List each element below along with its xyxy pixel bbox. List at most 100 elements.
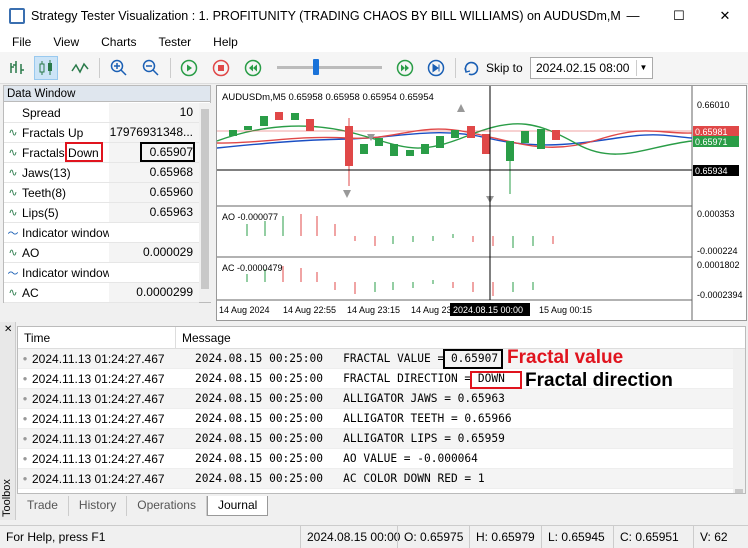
status-open: O: 0.65975 xyxy=(397,525,469,548)
window-title: Strategy Tester Visualization : 1. PROFI… xyxy=(31,8,621,23)
chart-svg: AUDUSDm,M5 0.65958 0.65958 0.65954 0.659… xyxy=(216,86,743,320)
ao-bars xyxy=(246,214,554,248)
tab-trade[interactable]: Trade xyxy=(17,496,69,516)
ao-header: AO -0.000077 xyxy=(222,212,278,222)
fast-forward-icon[interactable] xyxy=(393,56,417,80)
zoom-out-icon[interactable] xyxy=(139,56,163,80)
candlestick-icon[interactable] xyxy=(34,56,58,80)
calendar-dropdown-icon[interactable]: ▼ xyxy=(636,60,650,76)
indicator-icon: ∿ xyxy=(8,147,18,159)
ac-header: AC -0.0000479 xyxy=(222,263,283,273)
status-low: L: 0.65945 xyxy=(541,525,613,548)
dw-row-ac: ∿ AC 0.0000299 xyxy=(4,283,199,303)
title-bar: Strategy Tester Visualization : 1. PROFI… xyxy=(0,0,748,31)
close-button[interactable]: ✕ xyxy=(702,0,748,31)
speed-slider-thumb[interactable] xyxy=(313,59,319,75)
skip-date-input[interactable]: 2024.02.15 08:00 ▼ xyxy=(530,57,653,79)
indicator-icon: ∿ xyxy=(8,247,18,259)
menu-bar: File View Charts Tester Help xyxy=(0,31,748,52)
speed-slider-track[interactable] xyxy=(277,66,382,69)
dw-row-teeth: ∿ Teeth(8) 0.65960 xyxy=(4,183,199,203)
play-icon[interactable] xyxy=(177,56,201,80)
data-window-scrollbar[interactable] xyxy=(199,103,211,302)
data-window-title: Data Window xyxy=(4,86,210,102)
status-close: C: 0.65951 xyxy=(613,525,693,548)
price-label-red: 0.65981 xyxy=(695,127,728,137)
toolbox-sidebar: ✕ Toolbox xyxy=(0,322,16,520)
menu-tester[interactable]: Tester xyxy=(146,35,201,49)
journal-row[interactable]: ● 2024.11.13 01:24:27.467 2024.08.15 00:25… xyxy=(18,389,745,409)
skip-to-label: Skip to xyxy=(486,61,523,75)
app-icon xyxy=(9,7,25,24)
indicator-window-icon: 〜 xyxy=(7,267,19,280)
tab-history[interactable]: History xyxy=(69,496,128,516)
indicator-icon: ∿ xyxy=(8,187,18,199)
price-label-green: 0.65971 xyxy=(695,137,728,147)
dw-row-indicator-window-2: 〜 Indicator window 2 xyxy=(4,263,199,283)
fractal-value-annotation: Fractal value xyxy=(507,347,624,368)
status-volume: V: 62 xyxy=(693,525,748,548)
ac-label-top: 0.0001802 xyxy=(697,260,740,270)
rewind-icon[interactable] xyxy=(241,56,265,80)
tab-operations[interactable]: Operations xyxy=(127,496,207,516)
fractal-direction-journal-highlight xyxy=(470,371,522,389)
time-label: 14 Aug 23:15 xyxy=(347,305,400,315)
indicator-icon: ∿ xyxy=(8,127,18,139)
journal-row[interactable]: ● 2024.11.13 01:24:27.467 2024.08.15 00:25… xyxy=(18,409,745,429)
journal-panel: Time Message ● 2024.11.13 01:24:27.467 202… xyxy=(17,326,746,494)
dw-row-ao: ∿ AO 0.000029 xyxy=(4,243,199,263)
ao-label-bottom: -0.000224 xyxy=(697,246,738,256)
status-date: 2024.08.15 00:00 xyxy=(300,525,400,548)
time-label: 14 Aug 2024 xyxy=(219,305,270,315)
ao-label-top: 0.000353 xyxy=(697,209,735,219)
journal-row[interactable]: ● 2024.11.13 01:24:27.467 2024.08.15 00:25… xyxy=(18,449,745,469)
dw-row-indicator-window-1: 〜 Indicator window 1 xyxy=(4,223,199,243)
journal-row[interactable]: ● 2024.11.13 01:24:27.467 2024.08.15 00:25… xyxy=(18,469,745,489)
ac-label-bottom: -0.0002394 xyxy=(697,290,743,300)
fractal-direction-annotation: Fractal direction xyxy=(525,370,673,391)
fractal-value-journal-highlight xyxy=(443,349,503,369)
col-time[interactable]: Time xyxy=(18,327,176,349)
status-help: For Help, press F1 xyxy=(6,529,106,544)
skip-refresh-icon[interactable] xyxy=(460,56,484,80)
stop-icon[interactable] xyxy=(209,56,233,80)
toolbox-tabs: Trade History Operations Journal xyxy=(17,496,746,516)
fractal-down-highlight xyxy=(65,142,103,162)
col-message[interactable]: Message xyxy=(176,331,231,345)
dw-row-spread: Spread 10 xyxy=(4,103,199,123)
price-label-crosshair: 0.65934 xyxy=(695,166,728,176)
line-chart-icon[interactable] xyxy=(68,56,92,80)
journal-header: Time Message xyxy=(18,327,745,349)
chart-area[interactable]: AUDUSDm,M5 0.65958 0.65958 0.65954 0.659… xyxy=(216,85,747,321)
step-forward-icon[interactable] xyxy=(424,56,448,80)
tab-journal[interactable]: Journal xyxy=(206,496,269,516)
menu-help[interactable]: Help xyxy=(201,35,248,49)
dw-row-lips: ∿ Lips(5) 0.65963 xyxy=(4,203,199,223)
menu-file[interactable]: File xyxy=(0,35,41,49)
chart-header: AUDUSDm,M5 0.65958 0.65958 0.65954 0.659… xyxy=(222,92,434,103)
indicator-icon: ∿ xyxy=(8,287,18,299)
time-label: 14 Aug 22:55 xyxy=(283,305,336,315)
status-bar: For Help, press F1 2024.08.15 00:00 O: 0… xyxy=(0,525,748,548)
journal-row[interactable]: ● 2024.11.13 01:24:27.467 2024.08.15 00:25… xyxy=(18,349,745,369)
data-window: Data Window Spread 10 ∿ Fractals Up 1797… xyxy=(3,85,211,303)
fractal-value-highlight xyxy=(140,142,195,162)
indicator-icon: ∿ xyxy=(8,207,18,219)
menu-view[interactable]: View xyxy=(41,35,89,49)
status-high: H: 0.65979 xyxy=(469,525,541,548)
indicator-icon: ∿ xyxy=(8,167,18,179)
dw-row-jaws: ∿ Jaws(13) 0.65968 xyxy=(4,163,199,183)
journal-row[interactable]: ● 2024.11.13 01:24:27.467 2024.08.15 00:25… xyxy=(18,429,745,449)
maximize-button[interactable]: ☐ xyxy=(656,0,702,31)
journal-scrollbar[interactable] xyxy=(733,349,745,493)
minimize-button[interactable]: — xyxy=(610,0,656,31)
dw-row-fractals-up: ∿ Fractals Up 17976931348... xyxy=(4,123,199,143)
indicator-window-icon: 〜 xyxy=(7,227,19,240)
menu-charts[interactable]: Charts xyxy=(89,35,146,49)
toolbox-close-icon[interactable]: ✕ xyxy=(4,324,12,335)
price-label-top: 0.66010 xyxy=(697,100,730,110)
bar-chart-icon[interactable] xyxy=(5,56,29,80)
skip-date-value: 2024.02.15 08:00 xyxy=(536,61,630,75)
zoom-in-icon[interactable] xyxy=(107,56,131,80)
time-label: 15 Aug 00:15 xyxy=(539,305,592,315)
